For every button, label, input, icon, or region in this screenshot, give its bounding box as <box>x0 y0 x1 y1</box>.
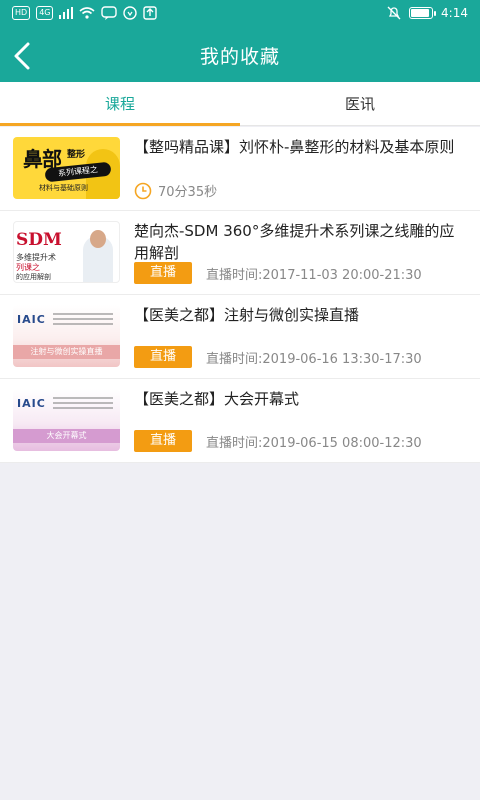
list-item[interactable]: IAIC 注射与微创实操直播 【医美之都】注射与微创实操直播 直播 直播时间:2… <box>0 295 480 379</box>
mute-icon <box>387 6 401 20</box>
item-meta: 直播 直播时间:2019-06-15 08:00-12:30 <box>134 430 464 452</box>
course-thumbnail: SDM 多维提升术 列课之 的应用解剖 <box>13 221 120 283</box>
nav-bar: 我的收藏 <box>0 30 480 82</box>
live-time: 直播时间:2017-11-03 20:00-21:30 <box>206 267 422 283</box>
upload-icon <box>143 6 158 20</box>
course-thumbnail: IAIC 注射与微创实操直播 <box>13 305 120 367</box>
live-badge: 直播 <box>134 346 192 368</box>
item-title: 【医美之都】大会开幕式 <box>134 390 300 408</box>
tab-news[interactable]: 医讯 <box>240 82 480 125</box>
status-left: HD 4G <box>12 6 158 20</box>
thumbnail-band: 大会开幕式 <box>13 429 120 443</box>
clock-icon <box>134 182 152 199</box>
list-item[interactable]: IAIC 大会开幕式 【医美之都】大会开幕式 直播 直播时间:2019-06-1… <box>0 379 480 463</box>
status-right: 4:14 <box>387 6 468 20</box>
thumbnail-band: 注射与微创实操直播 <box>13 345 120 359</box>
live-badge: 直播 <box>134 262 192 284</box>
wifi-icon <box>79 7 96 19</box>
network-chip: 4G <box>36 6 54 20</box>
thumbnail-subheading: 整形 <box>67 150 86 160</box>
thumbnail-logo: SDM <box>16 230 62 250</box>
thumbnail-caption: 材料与基础原则 <box>39 184 88 192</box>
list-item[interactable]: SDM 多维提升术 列课之 的应用解剖 楚向杰-SDM 360°多维提升术系列课… <box>0 211 480 295</box>
list-item[interactable]: 鼻部 整形 系列课程之 材料与基础原则 【整吗精品课】刘怀朴-鼻整形的材料及基本… <box>0 127 480 211</box>
live-time: 直播时间:2019-06-16 13:30-17:30 <box>206 351 422 367</box>
thumbnail-logo: IAIC <box>17 397 46 410</box>
course-thumbnail: IAIC 大会开幕式 <box>13 389 120 451</box>
thumbnail-line: 的应用解剖 <box>16 273 51 281</box>
item-meta: 直播 直播时间:2017-11-03 20:00-21:30 <box>134 262 464 284</box>
page-title: 我的收藏 <box>199 46 280 68</box>
course-thumbnail: 鼻部 整形 系列课程之 材料与基础原则 <box>13 137 120 199</box>
live-badge: 直播 <box>134 430 192 452</box>
status-time: 4:14 <box>441 6 468 20</box>
item-meta: 70分35秒 <box>134 181 464 200</box>
status-bar: HD 4G 4:14 <box>0 0 480 30</box>
shield-icon <box>123 6 138 20</box>
hd-chip: HD <box>12 6 31 20</box>
item-meta: 直播 直播时间:2019-06-16 13:30-17:30 <box>134 346 464 368</box>
tab-courses[interactable]: 课程 <box>0 82 240 126</box>
item-title: 楚向杰-SDM 360°多维提升术系列课之线雕的应用解剖 <box>134 222 455 262</box>
thumbnail-text-lines <box>53 313 113 328</box>
thumbnail-text-lines <box>53 397 113 412</box>
tab-bar: 课程 医讯 <box>0 82 480 126</box>
favorites-list: 鼻部 整形 系列课程之 材料与基础原则 【整吗精品课】刘怀朴-鼻整形的材料及基本… <box>0 127 480 463</box>
item-title: 【整吗精品课】刘怀朴-鼻整形的材料及基本原则 <box>134 138 455 156</box>
battery-icon <box>409 7 437 19</box>
chat-icon <box>101 6 118 20</box>
live-time: 直播时间:2019-06-15 08:00-12:30 <box>206 435 422 451</box>
item-title: 【医美之都】注射与微创实操直播 <box>134 306 360 324</box>
speaker-head <box>90 230 106 248</box>
signal-icon <box>59 7 74 19</box>
thumbnail-logo: IAIC <box>17 313 46 326</box>
item-duration: 70分35秒 <box>158 185 218 200</box>
